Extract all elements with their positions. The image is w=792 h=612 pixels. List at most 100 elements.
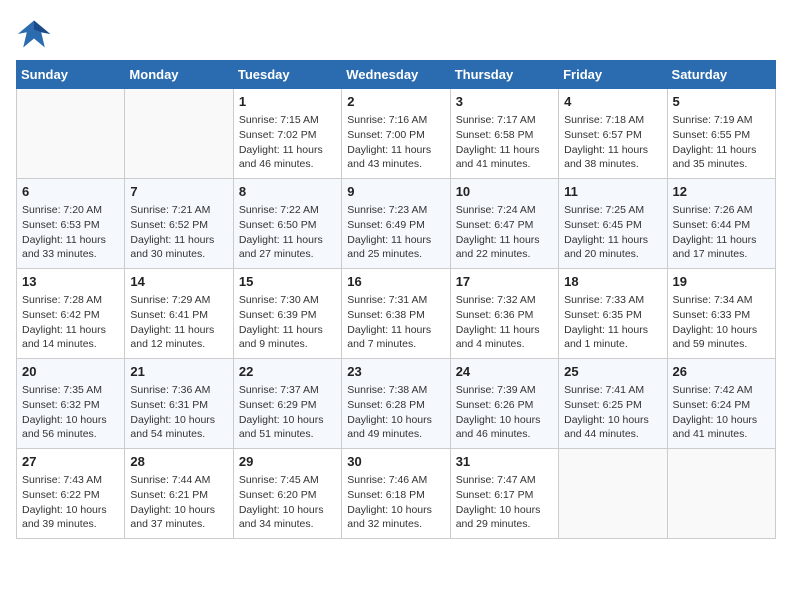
calendar-cell: 15 Sunrise: 7:30 AMSunset: 6:39 PMDayligh… [233,269,341,359]
calendar-cell: 1 Sunrise: 7:15 AMSunset: 7:02 PMDaylight… [233,89,341,179]
calendar-cell: 27 Sunrise: 7:43 AMSunset: 6:22 PMDayligh… [17,449,125,539]
day-info: Sunrise: 7:43 AMSunset: 6:22 PMDaylight:… [22,473,119,532]
week-row-2: 6 Sunrise: 7:20 AMSunset: 6:53 PMDaylight… [17,179,776,269]
calendar-cell: 24Sunrise: 7:39 AMSunset: 6:26 PMDayligh… [450,359,558,449]
day-number: 12 [673,183,770,201]
day-number: 18 [564,273,661,291]
page-header [16,16,776,52]
day-info: Sunrise: 7:15 AMSunset: 7:02 PMDaylight:… [239,113,336,172]
day-number: 25 [564,363,661,381]
calendar-cell: 2Sunrise: 7:16 AMSunset: 7:00 PMDaylight… [342,89,450,179]
calendar-cell: 18 Sunrise: 7:33 AMSunset: 6:35 PMDayligh… [559,269,667,359]
calendar-cell: 19 Sunrise: 7:34 AMSunset: 6:33 PMDayligh… [667,269,775,359]
day-info: Sunrise: 7:45 AMSunset: 6:20 PMDaylight:… [239,473,336,532]
day-number: 31 [456,453,553,471]
day-info: Sunrise: 7:33 AMSunset: 6:35 PMDaylight:… [564,293,661,352]
calendar-cell: 7Sunrise: 7:21 AMSunset: 6:52 PMDaylight… [125,179,233,269]
day-number: 5 [673,93,770,111]
day-number: 13 [22,273,119,291]
calendar-cell: 12 Sunrise: 7:26 AMSunset: 6:44 PMDayligh… [667,179,775,269]
day-number: 23 [347,363,444,381]
day-number: 27 [22,453,119,471]
day-number: 20 [22,363,119,381]
calendar-cell: 25 Sunrise: 7:41 AMSunset: 6:25 PMDayligh… [559,359,667,449]
day-info: Sunrise: 7:37 AMSunset: 6:29 PMDaylight:… [239,383,336,442]
day-number: 16 [347,273,444,291]
day-info: Sunrise: 7:44 AMSunset: 6:21 PMDaylight:… [130,473,227,532]
day-number: 4 [564,93,661,111]
calendar-cell: 21Sunrise: 7:36 AMSunset: 6:31 PMDayligh… [125,359,233,449]
day-number: 9 [347,183,444,201]
calendar-cell [125,89,233,179]
calendar-cell [667,449,775,539]
day-info: Sunrise: 7:35 AMSunset: 6:32 PMDaylight:… [22,383,119,442]
day-info: Sunrise: 7:46 AMSunset: 6:18 PMDaylight:… [347,473,444,532]
day-number: 26 [673,363,770,381]
day-info: Sunrise: 7:34 AMSunset: 6:33 PMDaylight:… [673,293,770,352]
day-number: 22 [239,363,336,381]
day-info: Sunrise: 7:21 AMSunset: 6:52 PMDaylight:… [130,203,227,262]
calendar-cell: 17Sunrise: 7:32 AMSunset: 6:36 PMDayligh… [450,269,558,359]
day-info: Sunrise: 7:31 AMSunset: 6:38 PMDaylight:… [347,293,444,352]
calendar-cell: 13Sunrise: 7:28 AMSunset: 6:42 PMDayligh… [17,269,125,359]
day-number: 6 [22,183,119,201]
day-info: Sunrise: 7:18 AMSunset: 6:57 PMDaylight:… [564,113,661,172]
calendar-cell: 3Sunrise: 7:17 AMSunset: 6:58 PMDaylight… [450,89,558,179]
calendar-cell: 20 Sunrise: 7:35 AMSunset: 6:32 PMDayligh… [17,359,125,449]
day-info: Sunrise: 7:20 AMSunset: 6:53 PMDaylight:… [22,203,119,262]
day-info: Sunrise: 7:42 AMSunset: 6:24 PMDaylight:… [673,383,770,442]
day-number: 8 [239,183,336,201]
day-info: Sunrise: 7:47 AMSunset: 6:17 PMDaylight:… [456,473,553,532]
day-number: 10 [456,183,553,201]
calendar-cell: 23 Sunrise: 7:38 AMSunset: 6:28 PMDayligh… [342,359,450,449]
day-number: 29 [239,453,336,471]
day-info: Sunrise: 7:24 AMSunset: 6:47 PMDaylight:… [456,203,553,262]
day-info: Sunrise: 7:39 AMSunset: 6:26 PMDaylight:… [456,383,553,442]
calendar-cell: 14 Sunrise: 7:29 AMSunset: 6:41 PMDayligh… [125,269,233,359]
day-number: 17 [456,273,553,291]
calendar-cell: 31 Sunrise: 7:47 AMSunset: 6:17 PMDayligh… [450,449,558,539]
weekday-header-friday: Friday [559,61,667,89]
calendar-cell: 30 Sunrise: 7:46 AMSunset: 6:18 PMDayligh… [342,449,450,539]
weekday-header-wednesday: Wednesday [342,61,450,89]
day-number: 3 [456,93,553,111]
weekday-header-sunday: Sunday [17,61,125,89]
day-number: 1 [239,93,336,111]
day-number: 14 [130,273,227,291]
weekday-header-tuesday: Tuesday [233,61,341,89]
weekday-header-saturday: Saturday [667,61,775,89]
day-info: Sunrise: 7:26 AMSunset: 6:44 PMDaylight:… [673,203,770,262]
day-number: 21 [130,363,227,381]
day-info: Sunrise: 7:23 AMSunset: 6:49 PMDaylight:… [347,203,444,262]
calendar-cell: 22 Sunrise: 7:37 AMSunset: 6:29 PMDayligh… [233,359,341,449]
day-info: Sunrise: 7:16 AMSunset: 7:00 PMDaylight:… [347,113,444,172]
calendar-cell [17,89,125,179]
calendar-cell: 26 Sunrise: 7:42 AMSunset: 6:24 PMDayligh… [667,359,775,449]
day-number: 15 [239,273,336,291]
day-info: Sunrise: 7:41 AMSunset: 6:25 PMDaylight:… [564,383,661,442]
week-row-5: 27 Sunrise: 7:43 AMSunset: 6:22 PMDayligh… [17,449,776,539]
logo-bird-icon [16,16,52,52]
week-row-4: 20 Sunrise: 7:35 AMSunset: 6:32 PMDayligh… [17,359,776,449]
week-row-3: 13Sunrise: 7:28 AMSunset: 6:42 PMDayligh… [17,269,776,359]
day-info: Sunrise: 7:25 AMSunset: 6:45 PMDaylight:… [564,203,661,262]
day-info: Sunrise: 7:19 AMSunset: 6:55 PMDaylight:… [673,113,770,172]
calendar-cell: 10 Sunrise: 7:24 AMSunset: 6:47 PMDayligh… [450,179,558,269]
calendar-cell: 11Sunrise: 7:25 AMSunset: 6:45 PMDayligh… [559,179,667,269]
day-info: Sunrise: 7:38 AMSunset: 6:28 PMDaylight:… [347,383,444,442]
calendar-cell: 4 Sunrise: 7:18 AMSunset: 6:57 PMDaylight… [559,89,667,179]
day-info: Sunrise: 7:29 AMSunset: 6:41 PMDaylight:… [130,293,227,352]
weekday-header-thursday: Thursday [450,61,558,89]
day-info: Sunrise: 7:30 AMSunset: 6:39 PMDaylight:… [239,293,336,352]
calendar-cell: 5 Sunrise: 7:19 AMSunset: 6:55 PMDaylight… [667,89,775,179]
calendar-table: SundayMondayTuesdayWednesdayThursdayFrid… [16,60,776,539]
day-number: 19 [673,273,770,291]
calendar-cell: 8 Sunrise: 7:22 AMSunset: 6:50 PMDaylight… [233,179,341,269]
calendar-header-row: SundayMondayTuesdayWednesdayThursdayFrid… [17,61,776,89]
calendar-cell [559,449,667,539]
calendar-cell: 16 Sunrise: 7:31 AMSunset: 6:38 PMDayligh… [342,269,450,359]
day-number: 30 [347,453,444,471]
calendar-cell: 6 Sunrise: 7:20 AMSunset: 6:53 PMDaylight… [17,179,125,269]
calendar-cell: 28Sunrise: 7:44 AMSunset: 6:21 PMDayligh… [125,449,233,539]
day-info: Sunrise: 7:22 AMSunset: 6:50 PMDaylight:… [239,203,336,262]
